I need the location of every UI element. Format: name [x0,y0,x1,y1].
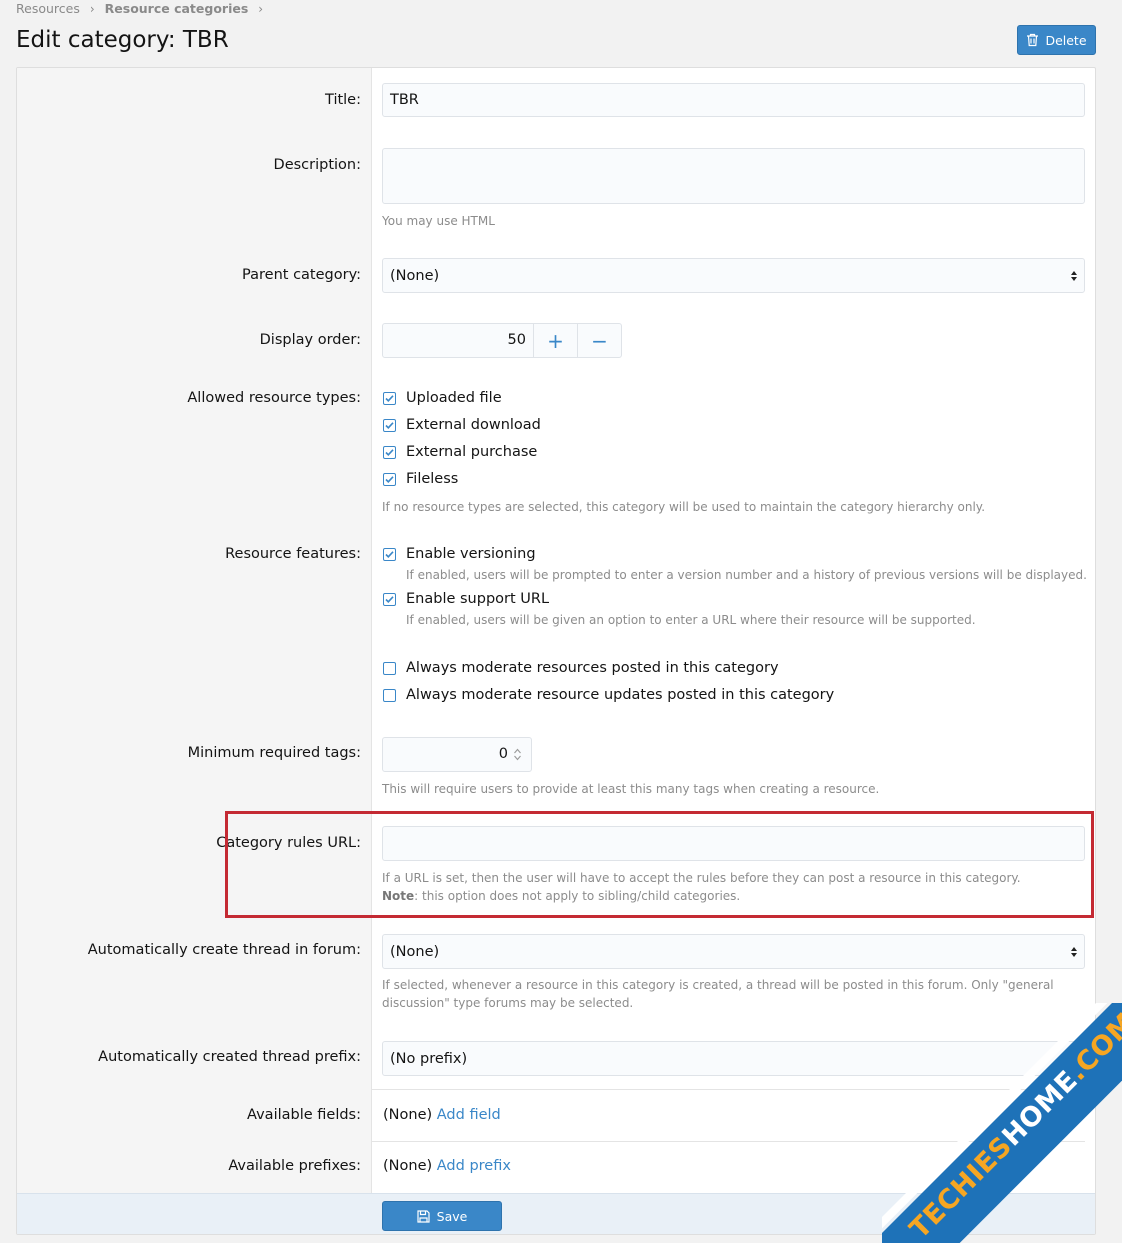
checkbox-enable-versioning[interactable]: Enable versioning [383,546,536,562]
parent-category-label: Parent category: [242,267,361,283]
rules-url-hint: If a URL is set, then the user will have… [382,871,1021,885]
trash-icon [1027,33,1039,47]
checkbox-checked-icon [383,472,396,486]
checkbox-label: Always moderate resource updates posted … [406,687,835,703]
display-order-label: Display order: [259,332,361,348]
breadcrumb: Resources › Resource categories › [16,1,273,16]
thread-prefix-select[interactable]: (No prefix) [382,1041,1085,1076]
edit-category-form: Title: TBR Description: You may use HTML… [16,67,1096,1235]
checkbox-label: Always moderate resources posted in this… [406,660,779,676]
checkbox-checked-icon [383,592,396,606]
save-button[interactable]: Save [382,1201,502,1231]
divider [372,1089,1085,1090]
chevron-right-icon: › [258,1,264,16]
chevron-right-icon: › [89,1,95,16]
save-icon [417,1209,430,1223]
thread-forum-value: (None) [390,943,440,960]
description-hint: You may use HTML [382,214,495,228]
checkbox-uploaded-file[interactable]: Uploaded file [383,390,502,406]
checkbox-checked-icon [383,391,396,405]
delete-button[interactable]: Delete [1017,25,1096,55]
min-tags-label: Minimum required tags: [187,745,361,761]
rules-url-input[interactable] [382,826,1085,861]
resource-features-label: Resource features: [225,546,361,562]
select-arrows-icon [1071,270,1077,281]
thread-forum-label: Automatically create thread in forum: [87,942,361,958]
thread-prefix-label: Automatically created thread prefix: [98,1049,361,1065]
checkbox-enable-support-url[interactable]: Enable support URL [383,591,549,607]
thread-forum-hint-2: discussion" type forums may be selected. [382,996,634,1010]
parent-category-value: (None) [390,267,440,284]
decrement-button[interactable]: − [577,324,621,357]
spinner-arrows-icon[interactable] [513,747,522,762]
page-title: Edit category: TBR [16,27,229,53]
checkbox-checked-icon [383,547,396,561]
available-prefixes-none: (None) [383,1158,433,1174]
checkbox-label: External download [406,417,541,433]
description-textarea[interactable] [382,148,1085,204]
checkbox-moderate-resources[interactable]: Always moderate resources posted in this… [383,660,779,676]
min-tags-input[interactable]: 0 [382,737,532,772]
available-fields-none: (None) [383,1107,433,1123]
checkbox-unchecked-icon [383,661,396,675]
available-prefixes-label: Available prefixes: [228,1158,361,1174]
versioning-hint: If enabled, users will be prompted to en… [406,568,1087,582]
select-arrows-icon [1071,946,1077,957]
checkbox-external-download[interactable]: External download [383,417,541,433]
available-prefixes-value: (None) Add prefix [383,1158,511,1174]
form-footer: Save [17,1193,1095,1234]
description-label: Description: [273,157,361,173]
display-order-stepper: 50 + − [382,323,622,358]
add-prefix-link[interactable]: Add prefix [437,1158,511,1174]
allowed-types-label: Allowed resource types: [187,390,361,406]
display-order-value[interactable]: 50 [383,324,533,357]
add-field-link[interactable]: Add field [437,1107,501,1123]
min-tags-hint: This will require users to provide at le… [382,782,880,796]
checkbox-label: Enable support URL [406,591,550,607]
parent-category-select[interactable]: (None) [382,258,1085,293]
thread-forum-select[interactable]: (None) [382,934,1085,969]
rules-url-note: Note: this option does not apply to sibl… [382,887,740,905]
available-fields-label: Available fields: [247,1107,361,1123]
title-label: Title: [325,92,361,108]
checkbox-checked-icon [383,445,396,459]
allowed-types-hint: If no resource types are selected, this … [382,500,986,514]
divider [372,1141,1085,1142]
note-text: : this option does not apply to sibling/… [414,889,741,903]
label-column [17,68,372,1193]
checkbox-label: External purchase [406,444,538,460]
checkbox-fileless[interactable]: Fileless [383,471,458,487]
save-button-label: Save [436,1208,468,1224]
support-url-hint: If enabled, users will be given an optio… [406,613,976,627]
checkbox-unchecked-icon [383,688,396,702]
rules-url-label: Category rules URL: [216,835,361,851]
checkbox-label: Enable versioning [406,546,536,562]
checkbox-label: Fileless [406,471,459,487]
delete-button-label: Delete [1045,32,1087,48]
thread-prefix-value: (No prefix) [390,1050,468,1067]
thread-forum-hint-1: If selected, whenever a resource in this… [382,978,1054,992]
checkbox-moderate-updates[interactable]: Always moderate resource updates posted … [383,687,834,703]
note-label: Note [382,889,415,903]
increment-button[interactable]: + [533,324,577,357]
checkbox-label: Uploaded file [406,390,502,406]
breadcrumb-resource-categories[interactable]: Resource categories [105,1,249,16]
checkbox-external-purchase[interactable]: External purchase [383,444,537,460]
checkbox-checked-icon [383,418,396,432]
breadcrumb-resources[interactable]: Resources [16,1,80,16]
title-input[interactable]: TBR [382,83,1085,117]
min-tags-value: 0 [498,746,508,762]
available-fields-value: (None) Add field [383,1107,501,1123]
title-input-value: TBR [390,92,419,108]
